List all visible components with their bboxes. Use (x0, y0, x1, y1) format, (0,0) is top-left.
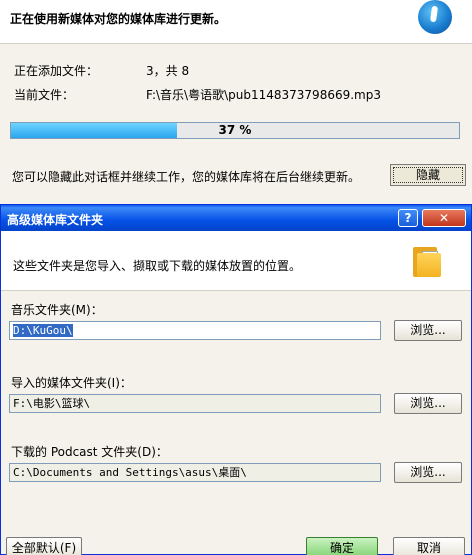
cancel-button[interactable]: 取消 (393, 537, 465, 555)
library-update-window: 正在使用新媒体对您的媒体库进行更新。 正在添加文件： 3，共 8 当前文件： F… (0, 0, 472, 210)
current-file-value: F:\音乐\粤语歌\pub1148373798669.mp3 (146, 88, 381, 102)
music-folder-label: 音乐文件夹(M)： (11, 303, 103, 317)
advanced-library-folders-dialog: 高级媒体库文件夹 ? ✕ 这些文件夹是您导入、撷取或下载的媒体放置的位置。 音乐… (0, 204, 472, 555)
update-title: 正在使用新媒体对您的媒体库进行更新。 (10, 12, 227, 26)
dialog-title: 高级媒体库文件夹 (7, 213, 104, 227)
import-folder-browse-button[interactable]: 浏览... (394, 393, 462, 414)
dialog-titlebar[interactable]: 高级媒体库文件夹 ? ✕ (1, 205, 471, 231)
folder-icon (413, 243, 441, 277)
music-folder-input[interactable]: D:\KuGou\ (9, 321, 381, 340)
import-folder-input[interactable]: F:\电影\篮球\ (9, 394, 381, 413)
import-folder-label: 导入的媒体文件夹(I)： (11, 376, 132, 390)
dialog-body: 这些文件夹是您导入、撷取或下载的媒体放置的位置。 音乐文件夹(M)： D:\Ku… (1, 231, 471, 555)
help-button[interactable]: ? (398, 209, 418, 227)
adding-files-label: 正在添加文件： (14, 64, 99, 78)
media-player-icon (418, 0, 452, 34)
podcast-folder-input[interactable]: C:\Documents and Settings\asus\桌面\ (9, 463, 381, 482)
ok-button[interactable]: 确定 (306, 537, 378, 555)
progress-percent-text: 37 % (218, 123, 252, 137)
adding-files-value: 3，共 8 (146, 64, 190, 78)
hide-button[interactable]: 隐藏 (390, 164, 466, 186)
update-progress-bar: 37 % (10, 122, 460, 139)
podcast-folder-browse-button[interactable]: 浏览... (394, 462, 462, 483)
music-folder-browse-button[interactable]: 浏览... (394, 320, 462, 341)
music-folder-value: D:\KuGou\ (13, 324, 73, 337)
restore-defaults-button[interactable]: 全部默认(F) (6, 537, 82, 555)
intro-text: 这些文件夹是您导入、撷取或下载的媒体放置的位置。 (13, 259, 302, 273)
podcast-folder-label: 下载的 Podcast 文件夹(D)： (11, 445, 168, 459)
intro-area: 这些文件夹是您导入、撷取或下载的媒体放置的位置。 (1, 231, 471, 291)
current-file-label: 当前文件： (14, 88, 75, 102)
background-hint: 您可以隐藏此对话框并继续工作，您的媒体库将在后台继续更新。 (12, 170, 361, 184)
close-button[interactable]: ✕ (422, 209, 466, 227)
update-header: 正在使用新媒体对您的媒体库进行更新。 (0, 0, 472, 44)
